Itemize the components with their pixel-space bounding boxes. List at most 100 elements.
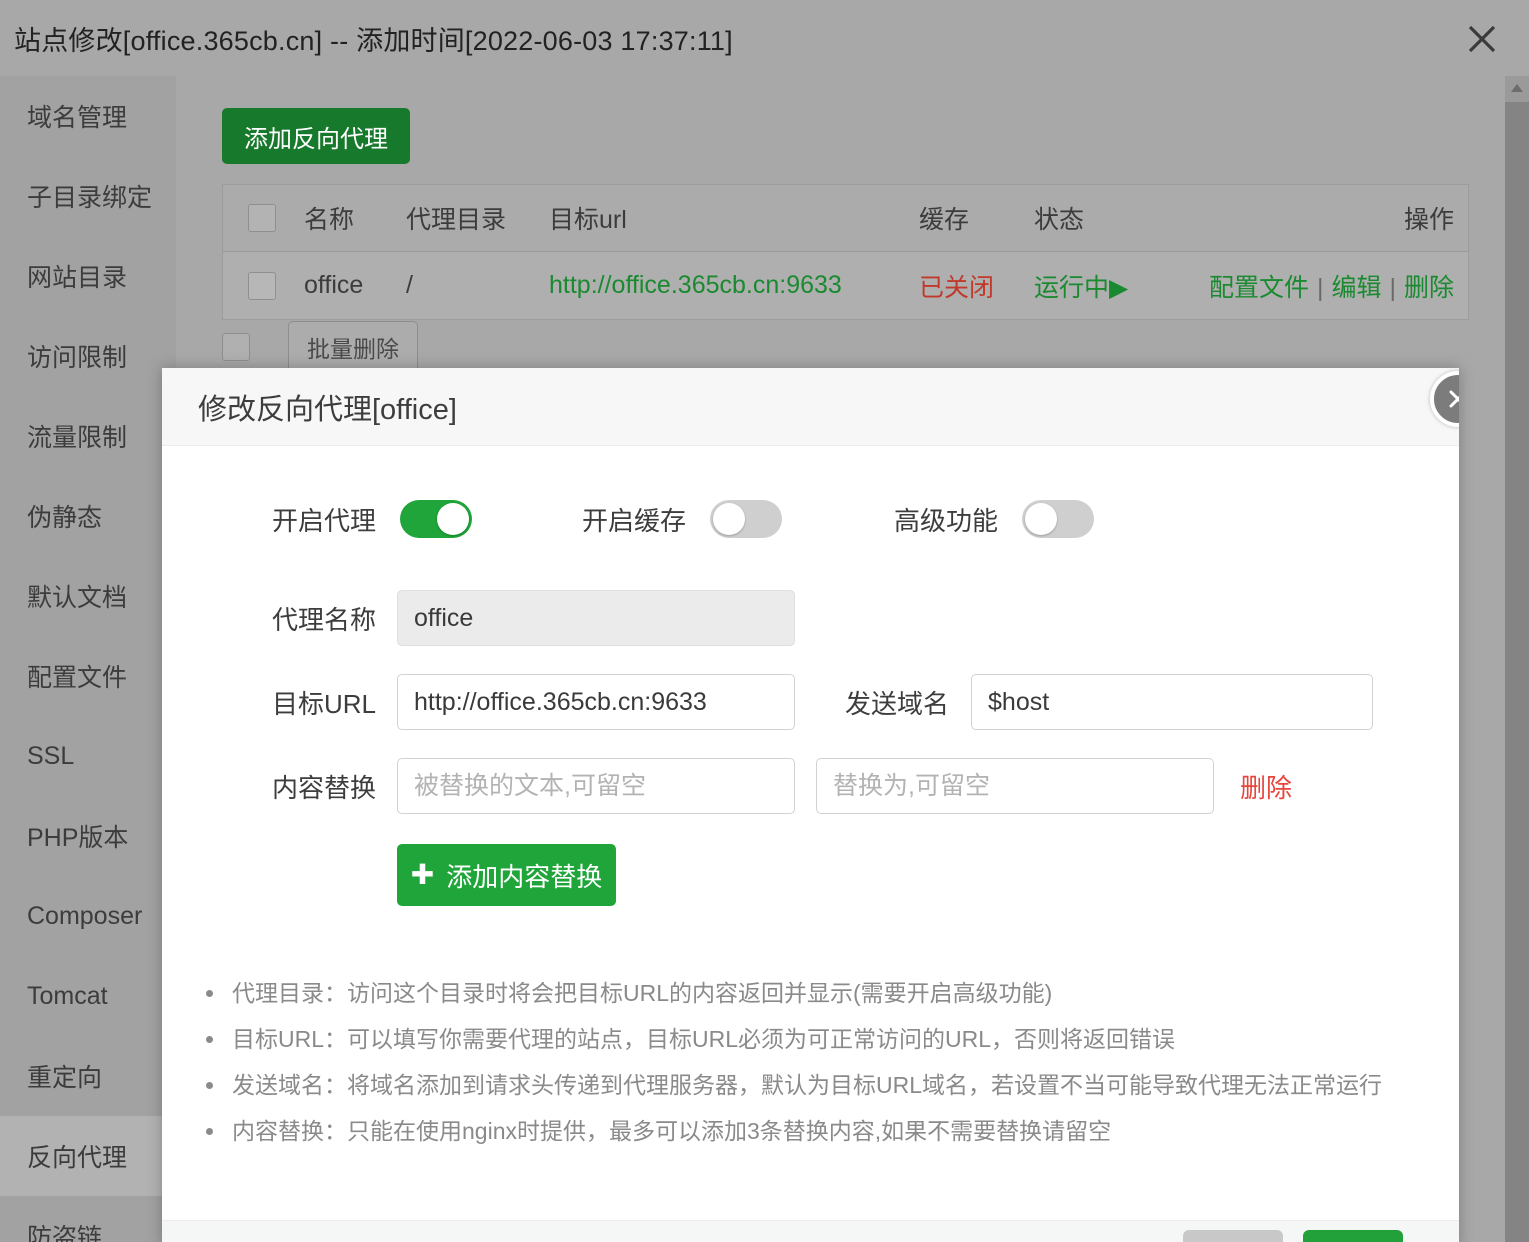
form-row-target-url: 目标URL 发送域名: [162, 674, 1459, 730]
sidebar-item-php-version[interactable]: PHP版本: [0, 796, 176, 876]
sidebar-item-subdir[interactable]: 子目录绑定: [0, 156, 176, 236]
add-content-replace-button[interactable]: ✚ 添加内容替换: [397, 844, 616, 906]
cell-cache: 已关闭: [919, 273, 995, 302]
sidebar-item-label: PHP版本: [27, 824, 129, 852]
toggle-enable-cache[interactable]: [710, 500, 783, 538]
sidebar-item-config-file[interactable]: 配置文件: [0, 636, 176, 716]
toggle-knob: [713, 503, 746, 535]
column-header-cache: 缓存: [919, 206, 970, 234]
toggle-group-advanced: 高级功能: [894, 500, 1095, 538]
column-header-name: 名称: [304, 206, 355, 234]
column-header-action: 操作: [1403, 206, 1454, 234]
window-close-button[interactable]: [1461, 18, 1503, 60]
scrollbar-thumb[interactable]: [1505, 102, 1529, 1242]
sidebar: 域名管理 子目录绑定 网站目录 访问限制 流量限制 伪静态 默认文档 配置文件 …: [0, 76, 176, 1242]
sidebar-item-label: 子目录绑定: [27, 184, 153, 212]
modal-header: 修改反向代理[office]: [162, 368, 1459, 446]
help-item-content-repl: 内容替换：只能在使用nginx时提供，最多可以添加3条替换内容,如果不需要替换请…: [196, 1108, 1459, 1154]
replace-from-input[interactable]: [397, 758, 795, 814]
cell-name: office: [304, 271, 364, 299]
column-header-dir: 代理目录: [406, 206, 507, 234]
chevron-up-icon: [1511, 84, 1523, 92]
column-header-url: 目标url: [549, 206, 627, 234]
sidebar-item-redirect[interactable]: 重定向: [0, 1036, 176, 1116]
sidebar-item-label: 反向代理: [27, 1144, 128, 1172]
proxy-name-input[interactable]: [397, 590, 795, 646]
label-target-url: 目标URL: [272, 688, 377, 719]
column-header-status: 状态: [1034, 206, 1085, 234]
action-delete[interactable]: 删除: [1404, 274, 1454, 302]
batch-delete-button[interactable]: 批量删除: [288, 321, 418, 373]
plus-icon: ✚: [410, 859, 435, 890]
cell-url[interactable]: http://office.365cb.cn:9633: [549, 271, 919, 300]
status-text: 运行中: [1034, 273, 1110, 302]
window-titlebar: 站点修改[office.365cb.cn] -- 添加时间[2022-06-03…: [0, 0, 1529, 76]
action-edit[interactable]: 编辑: [1331, 274, 1381, 302]
sidebar-item-sitedir[interactable]: 网站目录: [0, 236, 176, 316]
edit-reverse-proxy-modal: 修改反向代理[office] 开启代理 开启缓存 高级功能 代理名称 offic…: [162, 368, 1459, 1242]
toggle-label-proxy: 开启代理: [272, 505, 377, 536]
toggle-knob: [437, 503, 470, 535]
label-send-host: 发送域名: [845, 688, 950, 719]
action-separator: |: [1316, 273, 1324, 302]
modal-title: 修改反向代理[office]: [198, 393, 457, 426]
toggle-row: 开启代理 开启缓存 高级功能: [162, 500, 1459, 538]
sidebar-item-access-limit[interactable]: 访问限制: [0, 316, 176, 396]
page-scrollbar[interactable]: [1505, 76, 1529, 1242]
scroll-up-button[interactable]: [1505, 76, 1529, 100]
sidebar-item-label: 域名管理: [27, 104, 128, 132]
toggle-enable-proxy[interactable]: [400, 500, 473, 538]
sidebar-item-label: 防盗链: [27, 1224, 103, 1242]
sidebar-item-tomcat[interactable]: Tomcat: [0, 956, 176, 1036]
toggle-advanced-features[interactable]: [1022, 500, 1095, 538]
select-all-checkbox[interactable]: [248, 204, 276, 232]
sidebar-item-label: 访问限制: [27, 344, 128, 372]
action-config-file[interactable]: 配置文件: [1209, 274, 1309, 302]
sidebar-item-ssl[interactable]: SSL: [0, 716, 176, 796]
play-triangle-icon: ▶: [1109, 273, 1129, 302]
sidebar-item-label: SSL: [27, 741, 75, 770]
help-item-proxy-dir: 代理目录：访问这个目录时将会把目标URL的内容返回并显示(需要开启高级功能): [196, 970, 1459, 1016]
modal-footer: [162, 1220, 1459, 1242]
replace-to-input[interactable]: [816, 758, 1214, 814]
target-url-input[interactable]: [397, 674, 795, 730]
toggle-knob: [1025, 503, 1058, 535]
cell-actions: 配置文件 | 编辑 | 删除: [1184, 268, 1468, 304]
cell-dir: /: [406, 271, 413, 299]
add-content-replace-label: 添加内容替换: [446, 861, 603, 892]
proxy-table: 名称 代理目录 目标url 缓存 状态 操作 office / http://o…: [222, 184, 1469, 320]
toggle-label-cache: 开启缓存: [582, 505, 687, 536]
sidebar-item-label: 流量限制: [27, 424, 128, 452]
sidebar-item-label: Tomcat: [27, 981, 108, 1010]
save-button[interactable]: [1303, 1230, 1403, 1242]
table-row: office / http://office.365cb.cn:9633 已关闭…: [223, 252, 1468, 319]
add-reverse-proxy-button[interactable]: 添加反向代理: [222, 108, 410, 164]
sidebar-item-reverse-proxy[interactable]: 反向代理: [0, 1116, 176, 1196]
delete-replace-link[interactable]: 删除: [1240, 768, 1292, 805]
sidebar-item-label: 伪静态: [27, 504, 103, 532]
batch-select-checkbox[interactable]: [222, 333, 250, 361]
table-header-row: 名称 代理目录 目标url 缓存 状态 操作: [223, 185, 1468, 252]
form-row-proxy-name: 代理名称: [162, 590, 1459, 646]
sidebar-item-default-doc[interactable]: 默认文档: [0, 556, 176, 636]
help-item-send-host: 发送域名：将域名添加到请求头传递到代理服务器，默认为目标URL域名，若设置不当可…: [196, 1062, 1459, 1108]
sidebar-item-label: 网站目录: [27, 264, 128, 292]
form-row-content-replace: 内容替换 删除: [162, 758, 1459, 814]
send-host-input[interactable]: [971, 674, 1374, 730]
toggle-group-proxy: 开启代理: [272, 500, 473, 538]
row-checkbox[interactable]: [248, 271, 276, 300]
sidebar-item-anti-leech[interactable]: 防盗链: [0, 1196, 176, 1242]
sidebar-item-traffic-limit[interactable]: 流量限制: [0, 396, 176, 476]
toggle-label-advanced: 高级功能: [894, 505, 999, 536]
sidebar-item-domain[interactable]: 域名管理: [0, 76, 176, 156]
cancel-button[interactable]: [1183, 1230, 1283, 1242]
row-select-cell: [223, 271, 301, 300]
sidebar-item-composer[interactable]: Composer: [0, 876, 176, 956]
modal-body: 开启代理 开启缓存 高级功能 代理名称 目标URL 发送域名: [162, 500, 1459, 1242]
label-content-replace: 内容替换: [272, 772, 377, 803]
batch-action-row: 批量删除: [222, 321, 418, 373]
sidebar-item-rewrite[interactable]: 伪静态: [0, 476, 176, 556]
sidebar-item-label: 默认文档: [27, 584, 128, 612]
sidebar-item-label: Composer: [27, 901, 143, 930]
close-icon: [1468, 25, 1496, 53]
